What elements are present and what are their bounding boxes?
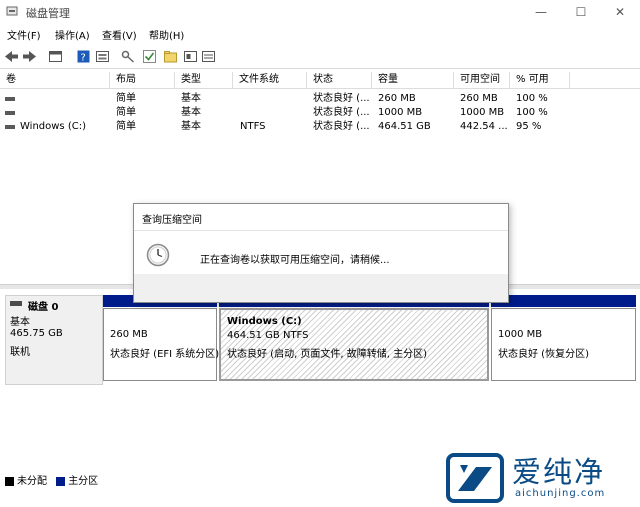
col-layout[interactable]: 布局 bbox=[110, 72, 175, 88]
dialog-body: 正在查询卷以获取可用压缩空间，请稍候... bbox=[134, 231, 508, 272]
legend-swatch-unallocated bbox=[5, 476, 14, 486]
cell-percent-free: 100 % bbox=[516, 107, 548, 118]
menu-bar: 文件(F) 操作(A) 查看(V) 帮助(H) bbox=[0, 27, 640, 43]
disk-status: 联机 bbox=[10, 347, 30, 358]
cell-status: 状态良好 (... bbox=[313, 93, 370, 104]
menu-view[interactable]: 查看(V) bbox=[102, 27, 137, 42]
cell-free-space: 1000 MB bbox=[460, 107, 505, 118]
disk-label[interactable]: 磁盘 0 基本 465.75 GB 联机 bbox=[5, 295, 103, 385]
disk-name: 磁盘 0 bbox=[28, 302, 59, 313]
watermark: 爱纯净 aichunjing.com bbox=[440, 447, 640, 507]
volume-icon bbox=[5, 111, 15, 115]
disk-management-icon bbox=[6, 6, 18, 16]
cell-percent-free: 100 % bbox=[516, 93, 548, 104]
cell-capacity: 464.51 GB bbox=[378, 121, 431, 132]
forward-arrow-icon[interactable] bbox=[22, 49, 37, 64]
partition-status: 状态良好 (恢复分区) bbox=[498, 349, 589, 360]
partition-title: Windows (C:) bbox=[227, 316, 302, 327]
cell-capacity: 1000 MB bbox=[378, 107, 423, 118]
key-icon[interactable] bbox=[121, 49, 136, 64]
partition-size: 464.51 GB NTFS bbox=[227, 330, 309, 341]
cell-status: 状态良好 (... bbox=[313, 107, 370, 118]
cell-layout: 简单 bbox=[116, 107, 136, 118]
cell-layout: 简单 bbox=[116, 121, 136, 132]
cell-percent-free: 95 % bbox=[516, 121, 542, 132]
watermark-brand: 爱纯净 bbox=[512, 455, 606, 489]
cell-volume: Windows (C:) bbox=[20, 121, 86, 132]
cell-free-space: 442.54 ... bbox=[460, 121, 508, 132]
legend-primary: 主分区 bbox=[68, 476, 99, 487]
disk-size: 465.75 GB bbox=[10, 328, 63, 339]
partition-size: 1000 MB bbox=[498, 329, 543, 340]
partition-efi[interactable]: 260 MB 状态良好 (EFI 系统分区) bbox=[103, 308, 220, 381]
folder-icon[interactable] bbox=[163, 49, 178, 64]
col-type[interactable]: 类型 bbox=[175, 72, 233, 88]
cell-type: 基本 bbox=[181, 93, 201, 104]
help-icon[interactable]: ? bbox=[76, 49, 91, 64]
clock-icon bbox=[146, 243, 170, 267]
col-status[interactable]: 状态 bbox=[307, 72, 372, 88]
console-icon[interactable] bbox=[95, 49, 110, 64]
dialog-title: 查询压缩空间 bbox=[142, 215, 202, 226]
minimize-button[interactable]: — bbox=[521, 2, 561, 22]
legend-unallocated: 未分配 bbox=[17, 476, 47, 487]
partition-recovery[interactable]: 1000 MB 状态良好 (恢复分区) bbox=[491, 308, 636, 381]
table-row[interactable]: 简单 基本 状态良好 (... 1000 MB 1000 MB 100 % bbox=[0, 106, 640, 120]
disk-icon bbox=[10, 301, 22, 306]
menu-file[interactable]: 文件(F) bbox=[7, 27, 41, 42]
properties-icon[interactable] bbox=[48, 49, 63, 64]
partition-bar bbox=[491, 295, 636, 307]
menu-action[interactable]: 操作(A) bbox=[55, 27, 90, 42]
menu-help[interactable]: 帮助(H) bbox=[149, 27, 184, 42]
svg-text:?: ? bbox=[81, 53, 86, 64]
cell-status: 状态良好 (... bbox=[313, 121, 370, 132]
cell-type: 基本 bbox=[181, 121, 201, 132]
disk-type: 基本 bbox=[10, 317, 30, 328]
cell-type: 基本 bbox=[181, 107, 201, 118]
watermark-url: aichunjing.com bbox=[515, 488, 606, 499]
dialog-title-bar: 查询压缩空间 bbox=[134, 204, 508, 231]
partition-status: 状态良好 (EFI 系统分区) bbox=[110, 349, 220, 360]
legend: 未分配 主分区 bbox=[5, 472, 98, 487]
back-arrow-icon[interactable] bbox=[4, 49, 19, 64]
col-volume[interactable]: 卷 bbox=[0, 72, 110, 88]
volume-icon bbox=[5, 97, 15, 101]
table-row[interactable]: 简单 基本 状态良好 (... 260 MB 260 MB 100 % bbox=[0, 92, 640, 106]
col-percent-free[interactable]: % 可用 bbox=[510, 72, 570, 88]
partition-status: 状态良好 (启动, 页面文件, 故障转储, 主分区) bbox=[227, 349, 428, 360]
table-row[interactable]: Windows (C:) 简单 基本 NTFS 状态良好 (... 464.51… bbox=[0, 120, 640, 134]
col-free-space[interactable]: 可用空间 bbox=[454, 72, 510, 88]
title-bar: 磁盘管理 — ☐ ✕ bbox=[0, 0, 640, 24]
cell-capacity: 260 MB bbox=[378, 93, 416, 104]
shrink-query-dialog: 查询压缩空间 正在查询卷以获取可用压缩空间，请稍候... bbox=[133, 203, 509, 303]
partition-windows-c[interactable]: Windows (C:) 464.51 GB NTFS 状态良好 (启动, 页面… bbox=[219, 308, 489, 381]
list-view-icon[interactable] bbox=[201, 49, 216, 64]
toolbar: ? bbox=[0, 46, 640, 69]
dialog-footer bbox=[134, 274, 508, 302]
cell-free-space: 260 MB bbox=[460, 93, 498, 104]
col-filesystem[interactable]: 文件系统 bbox=[233, 72, 307, 88]
watermark-logo-icon bbox=[446, 453, 504, 503]
volume-icon bbox=[5, 125, 15, 129]
close-button[interactable]: ✕ bbox=[600, 2, 640, 22]
maximize-button[interactable]: ☐ bbox=[561, 2, 601, 22]
table-header: 卷 布局 类型 文件系统 状态 容量 可用空间 % 可用 bbox=[0, 72, 640, 89]
partition-size: 260 MB bbox=[110, 329, 148, 340]
disk-view-icon[interactable] bbox=[183, 49, 198, 64]
window-title: 磁盘管理 bbox=[26, 7, 70, 20]
cell-layout: 简单 bbox=[116, 93, 136, 104]
cell-filesystem: NTFS bbox=[240, 121, 266, 132]
check-icon[interactable] bbox=[142, 49, 157, 64]
legend-swatch-primary bbox=[56, 476, 66, 486]
col-capacity[interactable]: 容量 bbox=[372, 72, 454, 88]
dialog-message: 正在查询卷以获取可用压缩空间，请稍候... bbox=[200, 255, 390, 266]
